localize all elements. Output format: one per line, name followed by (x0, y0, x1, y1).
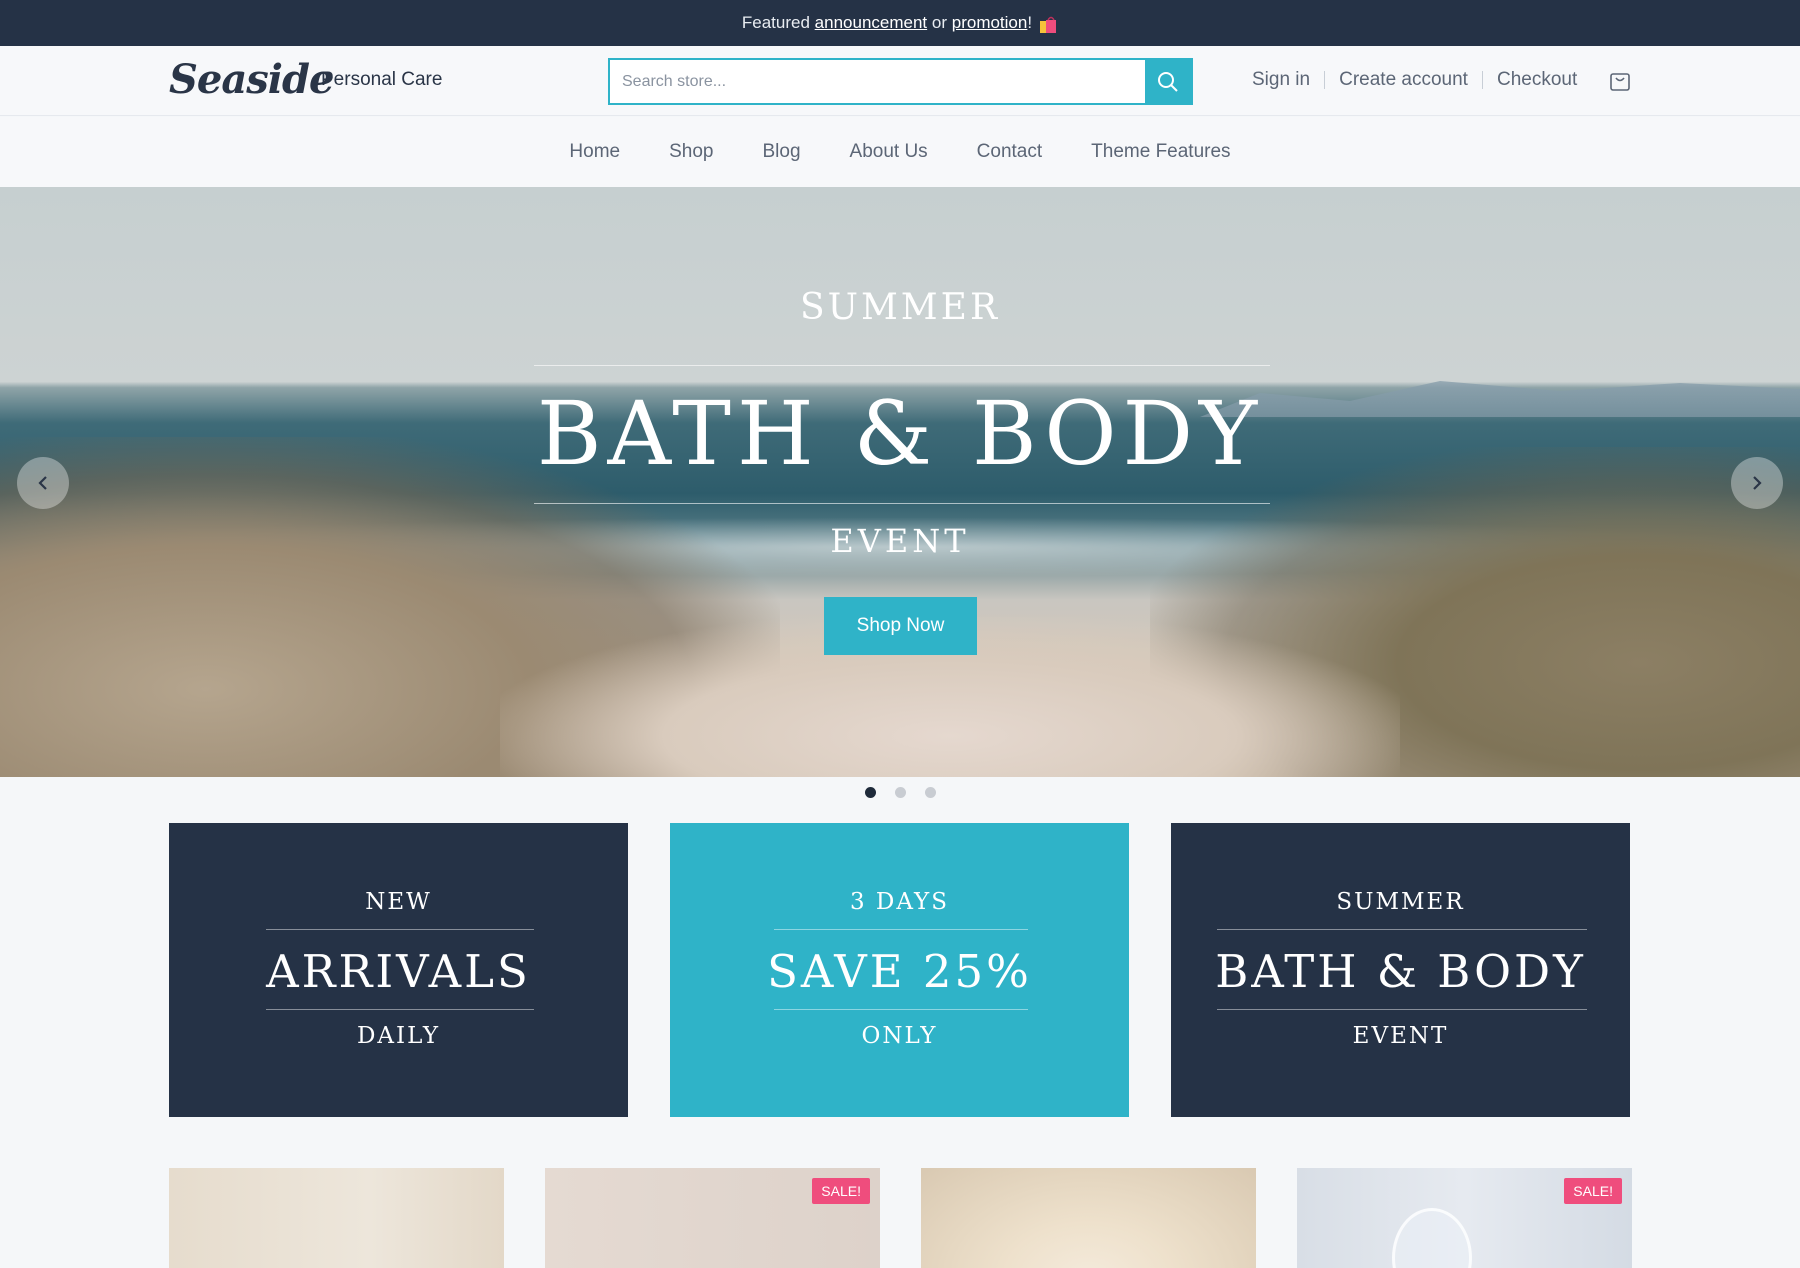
promo-tile-divider (1217, 1009, 1587, 1010)
announcement-mid: or (931, 13, 948, 32)
slider-dot-1[interactable] (864, 787, 876, 798)
store-tagline: Personal Care (321, 69, 443, 90)
slider-dots (0, 787, 1800, 798)
hero-divider (534, 503, 1270, 504)
account-links: Sign in Create account Checkout (1252, 69, 1577, 91)
shop-now-button[interactable]: Shop Now (824, 597, 977, 655)
product-image-bottle (1392, 1208, 1472, 1268)
promo-tile-bottom: DAILY (356, 1023, 441, 1049)
nav-item-home[interactable]: Home (569, 141, 620, 163)
promo-tile-divider (1217, 929, 1587, 930)
search-bar (608, 58, 1193, 105)
promo-tile-bath-body[interactable]: SUMMER BATH & BODY EVENT (1171, 823, 1630, 1117)
search-input[interactable] (610, 60, 1145, 103)
slider-prev-button[interactable] (17, 457, 69, 509)
search-icon (1158, 71, 1178, 92)
nav-item-theme-features[interactable]: Theme Features (1091, 141, 1230, 163)
create-account-link[interactable]: Create account (1339, 69, 1468, 91)
hero-title: BATH & BODY (536, 382, 1264, 485)
promo-tile-bottom: ONLY (861, 1023, 938, 1049)
promo-tile-divider (266, 929, 534, 930)
hero-divider (534, 365, 1270, 366)
promo-tile-top: SUMMER (1336, 889, 1465, 915)
checkout-link[interactable]: Checkout (1497, 69, 1577, 91)
product-card[interactable]: SALE! (1297, 1168, 1632, 1268)
sign-in-link[interactable]: Sign in (1252, 69, 1310, 91)
slider-dot-3[interactable] (924, 787, 936, 798)
announcement-link[interactable]: announcement (815, 13, 927, 33)
promo-tile-divider (774, 929, 1028, 930)
chevron-right-icon (1753, 476, 1762, 490)
promo-tile-top: 3 DAYS (849, 889, 949, 915)
product-card[interactable]: SALE! (545, 1168, 880, 1268)
hero-eyebrow: SUMMER (799, 287, 1001, 328)
promo-tile-bottom: EVENT (1352, 1023, 1449, 1049)
hero-subtitle: EVENT (830, 522, 970, 560)
promo-tile-divider (266, 1009, 534, 1010)
search-button[interactable] (1145, 60, 1191, 103)
announcement-prefix: Featured (741, 13, 810, 32)
sale-badge: SALE! (812, 1178, 870, 1204)
slider-next-button[interactable] (1731, 457, 1783, 509)
main-nav: Home Shop Blog About Us Contact Theme Fe… (0, 117, 1800, 187)
hero-slider: SUMMER BATH & BODY EVENT Shop Now (0, 187, 1800, 777)
announcement-suffix: ! (1027, 13, 1033, 32)
nav-item-about-us[interactable]: About Us (850, 141, 928, 163)
site-header: Seaside Personal Care Sign in Create acc… (0, 46, 1800, 116)
promo-tile-save[interactable]: 3 DAYS SAVE 25% ONLY (670, 823, 1129, 1117)
product-card[interactable] (921, 1168, 1256, 1268)
sale-badge: SALE! (1564, 1178, 1622, 1204)
shopping-cart-icon[interactable] (1608, 69, 1632, 93)
divider (1324, 71, 1326, 89)
nav-item-blog[interactable]: Blog (762, 141, 800, 163)
chevron-left-icon (38, 476, 47, 490)
promotion-link[interactable]: promotion (952, 13, 1028, 33)
promo-tile-main: BATH & BODY (1215, 945, 1586, 998)
promo-tile-top: NEW (365, 889, 432, 915)
promo-tile-main: SAVE 25% (767, 945, 1032, 998)
hero-content: SUMMER BATH & BODY EVENT Shop Now (0, 187, 1800, 777)
site-logo[interactable]: Seaside (169, 56, 334, 103)
promo-tile-divider (774, 1009, 1028, 1010)
slider-dot-2[interactable] (894, 787, 906, 798)
shopping-bags-icon (1040, 16, 1057, 33)
divider (1481, 71, 1483, 89)
announcement-bar: Featured announcement or promotion ! (0, 0, 1800, 46)
promo-tile-new-arrivals[interactable]: NEW ARRIVALS DAILY (169, 823, 628, 1117)
product-card[interactable] (169, 1168, 504, 1268)
nav-item-contact[interactable]: Contact (977, 141, 1042, 163)
promo-tile-main: ARRIVALS (266, 945, 531, 998)
nav-item-shop[interactable]: Shop (669, 141, 713, 163)
